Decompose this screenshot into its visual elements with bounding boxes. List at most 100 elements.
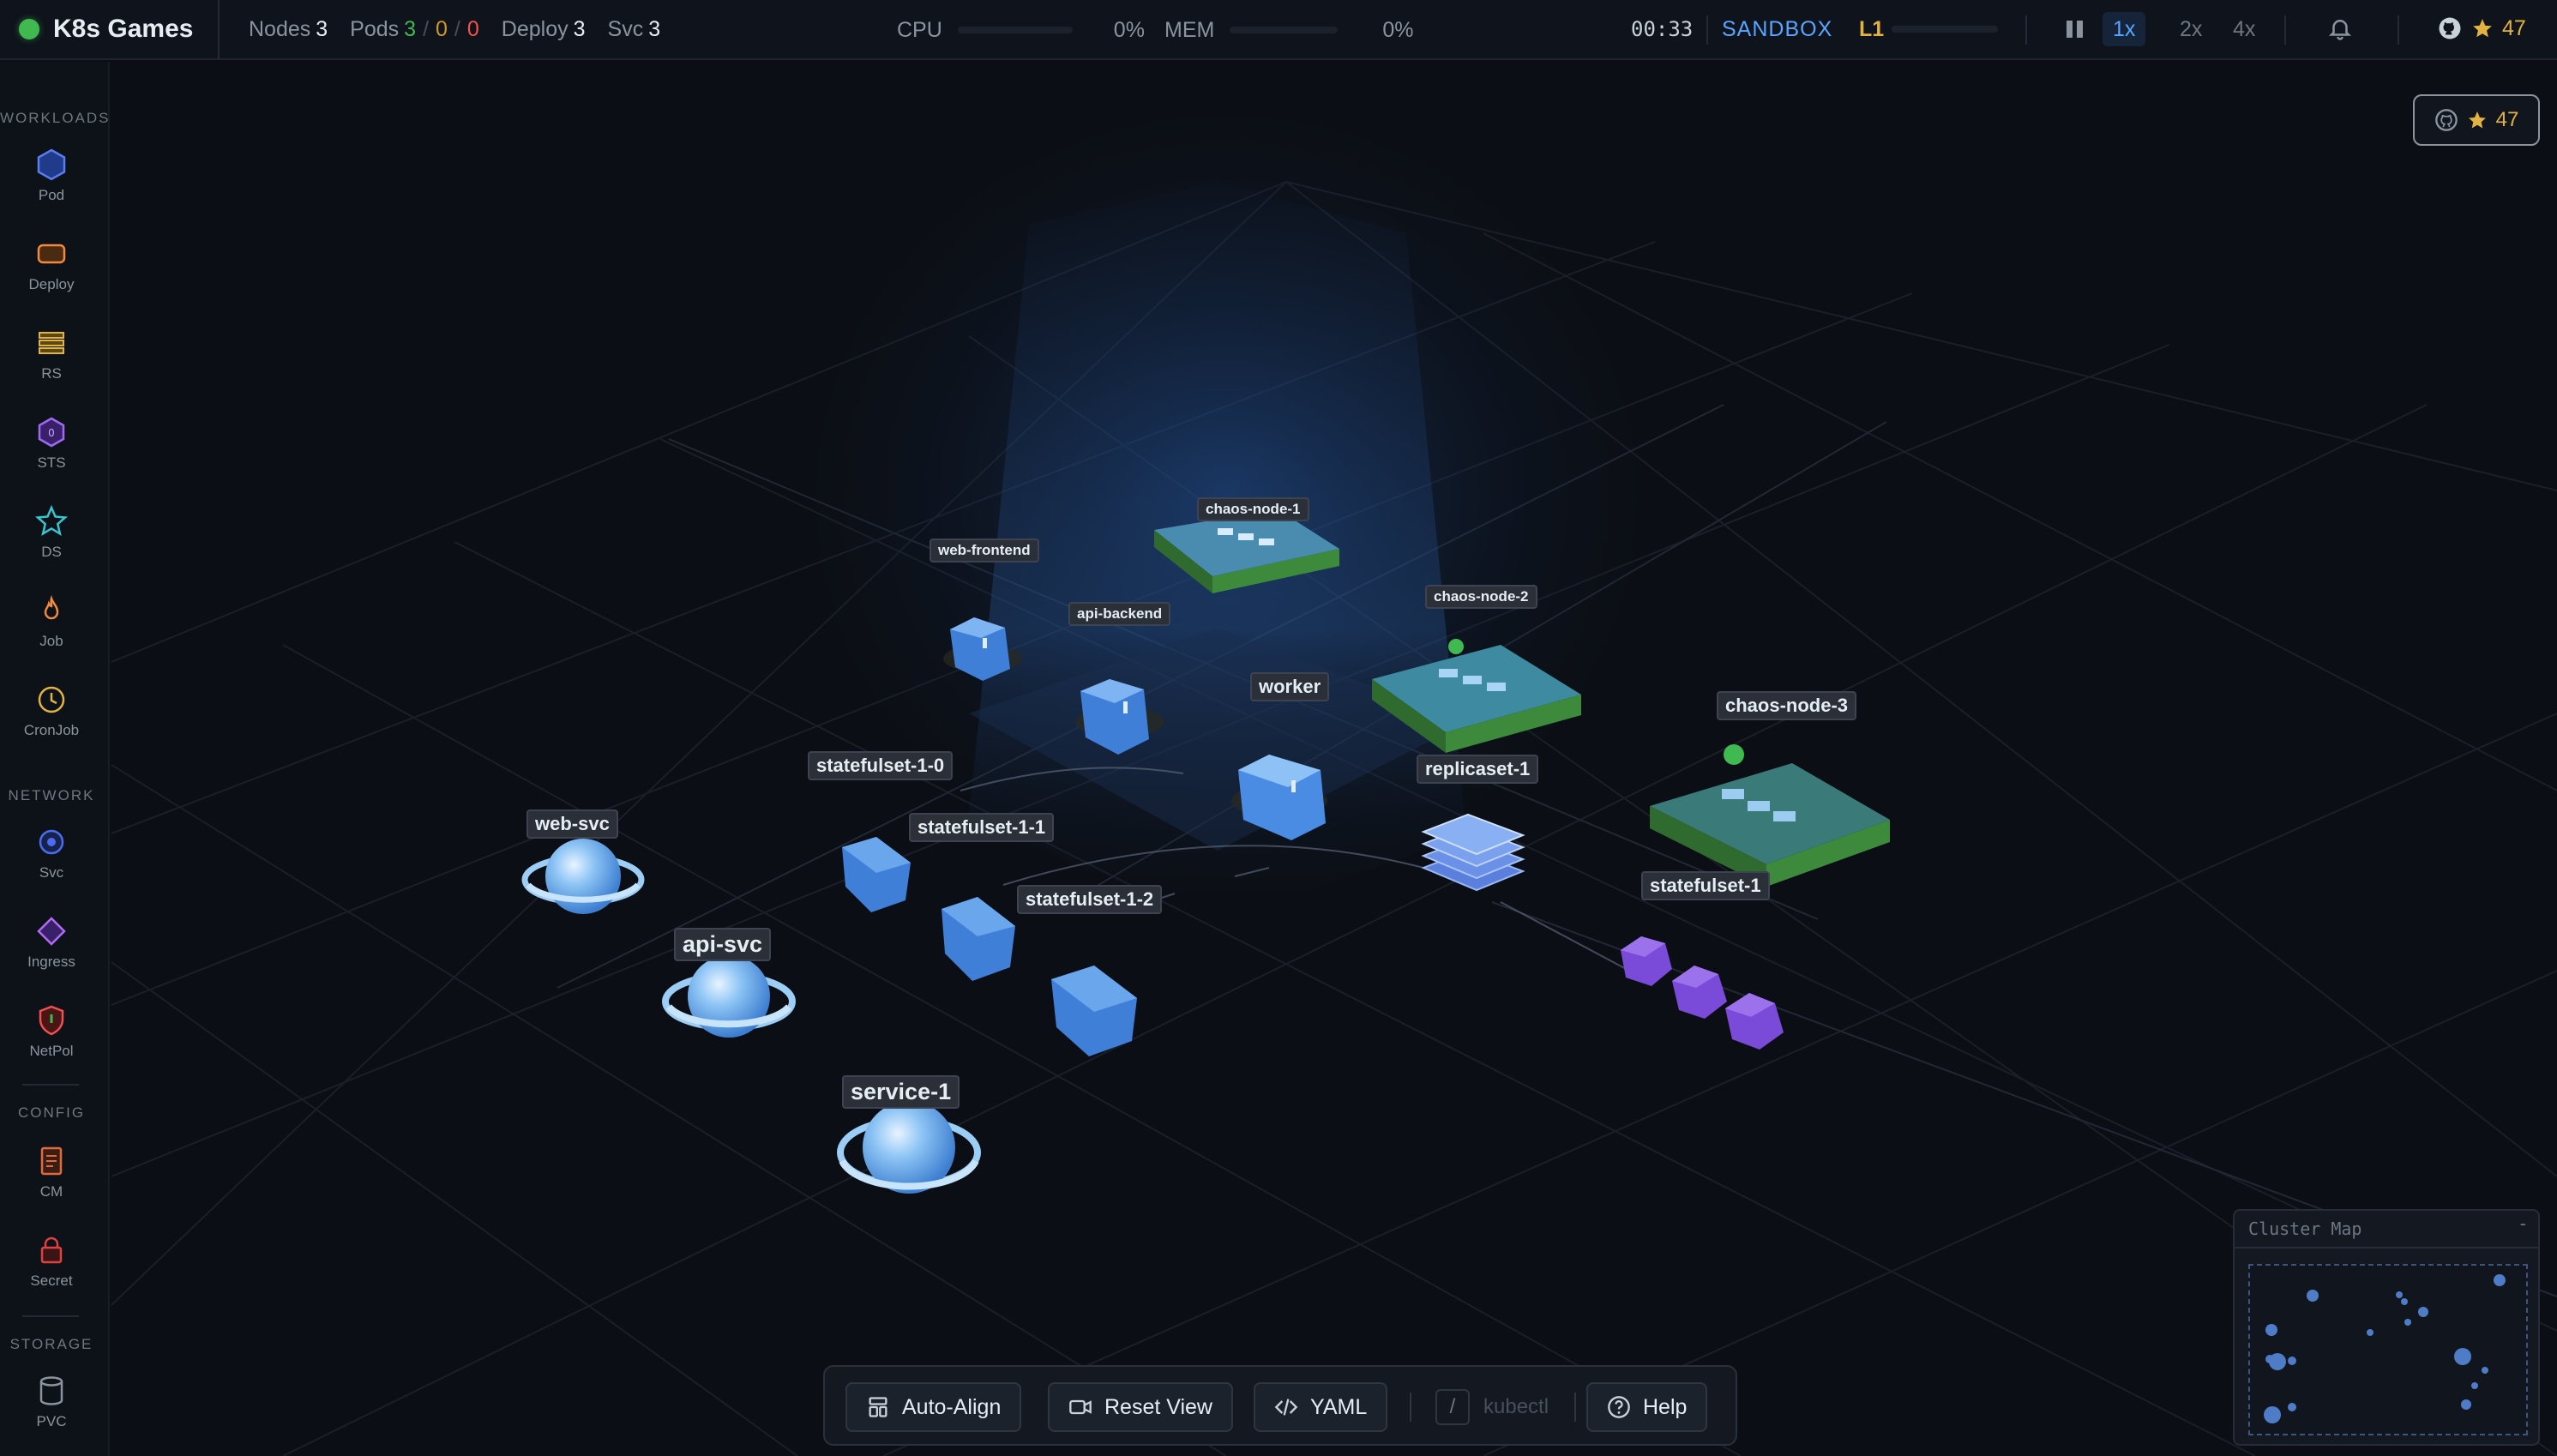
palette-item-secret[interactable]: Secret bbox=[0, 1233, 103, 1290]
stat-pods-failed: 0 bbox=[466, 16, 479, 41]
cluster-map-title: Cluster Map bbox=[2248, 1218, 2362, 1239]
help-button[interactable]: Help bbox=[1586, 1382, 1708, 1432]
palette-item-label: Secret bbox=[30, 1272, 73, 1289]
palette-item-job[interactable]: Job bbox=[0, 593, 103, 650]
kubectl-input[interactable]: / kubectl bbox=[1435, 1389, 1549, 1425]
cluster-map-header: Cluster Map bbox=[2235, 1211, 2538, 1248]
document-icon bbox=[40, 1146, 63, 1176]
github-link[interactable]: 47 bbox=[2437, 15, 2526, 41]
pod-statefulset-1-2[interactable] bbox=[1051, 966, 1137, 1056]
pause-icon[interactable] bbox=[2067, 21, 2083, 38]
divider bbox=[22, 1315, 79, 1317]
map-marker bbox=[2404, 1319, 2411, 1326]
divider bbox=[1706, 15, 1708, 45]
map-marker bbox=[2401, 1298, 2408, 1305]
palette-item-sts[interactable]: 0 STS bbox=[0, 415, 103, 472]
auto-align-button[interactable]: Auto-Align bbox=[845, 1382, 1022, 1432]
speed-4x-button[interactable]: 4x bbox=[2223, 12, 2265, 46]
stat-separator: / bbox=[454, 16, 460, 41]
service-service-1[interactable] bbox=[837, 1101, 981, 1194]
label-statefulset-1-0: statefulset-1-0 bbox=[808, 751, 954, 780]
github-star-count: 47 bbox=[2502, 15, 2526, 40]
mem-meter: MEM 0% bbox=[1164, 0, 1413, 60]
divider bbox=[2025, 15, 2027, 45]
service-web-svc[interactable] bbox=[521, 839, 645, 914]
stat-pods-running: 3 bbox=[404, 16, 417, 41]
divider bbox=[22, 1084, 79, 1086]
service-api-svc[interactable] bbox=[662, 955, 796, 1038]
map-marker bbox=[2494, 1274, 2506, 1286]
hexagon-icon bbox=[37, 148, 66, 181]
palette-item-ds[interactable]: DS bbox=[0, 504, 103, 561]
mode-badge[interactable]: SANDBOX bbox=[1722, 17, 1832, 42]
palette-item-label: STS bbox=[37, 454, 66, 471]
label-worker: worker bbox=[1250, 672, 1330, 701]
palette-item-label: CM bbox=[39, 1183, 63, 1200]
palette-item-ingress[interactable]: Ingress bbox=[0, 914, 103, 971]
statefulset-1-hexes[interactable] bbox=[1621, 936, 1784, 1050]
layout-icon bbox=[869, 1397, 887, 1417]
map-marker bbox=[2482, 1367, 2488, 1374]
flame-icon bbox=[44, 595, 59, 620]
mem-bar bbox=[1230, 27, 1339, 33]
cluster-map-minimize-button[interactable]: - bbox=[2520, 1212, 2526, 1235]
scene-graphics bbox=[111, 96, 2557, 1456]
diamond-icon bbox=[37, 917, 66, 946]
level-label: L1 bbox=[1859, 17, 1885, 41]
map-marker bbox=[2454, 1348, 2471, 1365]
label-service-1: service-1 bbox=[842, 1075, 960, 1109]
map-marker bbox=[2264, 1406, 2281, 1423]
clock-icon bbox=[38, 686, 65, 713]
circle-dot-icon bbox=[39, 829, 64, 855]
svg-text:0: 0 bbox=[48, 427, 55, 439]
map-marker bbox=[2288, 1357, 2296, 1365]
app-title: K8s Games bbox=[53, 15, 194, 43]
palette-item-label: Job bbox=[39, 633, 63, 649]
divider bbox=[1410, 1393, 1411, 1422]
palette-item-label: NetPol bbox=[29, 1043, 74, 1059]
speed-1x-button[interactable]: 1x bbox=[2103, 12, 2146, 46]
bell-icon[interactable] bbox=[2327, 14, 2353, 43]
section-storage: STORAGE bbox=[9, 1336, 93, 1352]
palette-item-pod[interactable]: Pod bbox=[0, 147, 103, 204]
palette-item-deploy[interactable]: Deploy bbox=[0, 237, 103, 293]
camera-icon bbox=[1069, 1399, 1092, 1415]
cluster-map-panel[interactable]: Cluster Map - bbox=[2233, 1209, 2540, 1446]
palette-item-rs[interactable]: RS bbox=[0, 326, 103, 382]
palette-item-pvc[interactable]: PVC bbox=[0, 1374, 103, 1430]
mem-value: 0% bbox=[1382, 17, 1414, 42]
section-workloads: WORKLOADS bbox=[0, 110, 111, 126]
reset-view-button[interactable]: Reset View bbox=[1048, 1382, 1233, 1432]
cluster-map-viewport[interactable] bbox=[2248, 1264, 2528, 1435]
github-stars-badge[interactable]: 47 bbox=[2413, 94, 2540, 146]
speed-2x-button[interactable]: 2x bbox=[2169, 12, 2212, 46]
palette-item-svc[interactable]: Svc bbox=[0, 825, 103, 881]
map-marker bbox=[2471, 1382, 2478, 1389]
palette-item-netpol[interactable]: NetPol bbox=[0, 1003, 103, 1060]
brand: K8s Games bbox=[0, 0, 220, 59]
palette-item-label: RS bbox=[41, 365, 62, 382]
numbered-hexagon-icon: 0 bbox=[38, 417, 65, 448]
cpu-bar bbox=[957, 27, 1073, 33]
cluster-canvas[interactable]: chaos-node-1 chaos-node-2 chaos-node-3 w… bbox=[111, 62, 2557, 1456]
level-progress-bar bbox=[1892, 26, 1998, 33]
star-icon bbox=[34, 504, 69, 537]
section-network: NETWORK bbox=[8, 787, 95, 803]
node-chaos-node-3[interactable] bbox=[1650, 744, 1890, 887]
bottom-toolbar: Auto-Align Reset View YAML / kubectl Hel… bbox=[823, 1365, 1737, 1446]
map-marker bbox=[2418, 1307, 2428, 1317]
stat-deploy-value: 3 bbox=[573, 16, 586, 41]
stat-nodes: Nodes 3 bbox=[249, 17, 328, 42]
cluster-stats: Nodes 3 Pods 3/0/0 Deploy 3 Svc 3 bbox=[249, 17, 660, 42]
yaml-button[interactable]: YAML bbox=[1254, 1382, 1388, 1432]
label-statefulset-1-2: statefulset-1-2 bbox=[1017, 885, 1163, 914]
reset-view-label: Reset View bbox=[1104, 1394, 1212, 1419]
palette-item-cronjob[interactable]: CronJob bbox=[0, 683, 103, 739]
cpu-meter: CPU 0% bbox=[897, 0, 1145, 60]
label-chaos-node-2: chaos-node-2 bbox=[1425, 585, 1537, 609]
cpu-value: 0% bbox=[1113, 17, 1145, 42]
stat-nodes-label: Nodes bbox=[249, 16, 311, 41]
help-icon bbox=[1608, 1396, 1630, 1418]
palette-item-label: Deploy bbox=[28, 276, 75, 292]
palette-item-cm[interactable]: CM bbox=[0, 1144, 103, 1200]
